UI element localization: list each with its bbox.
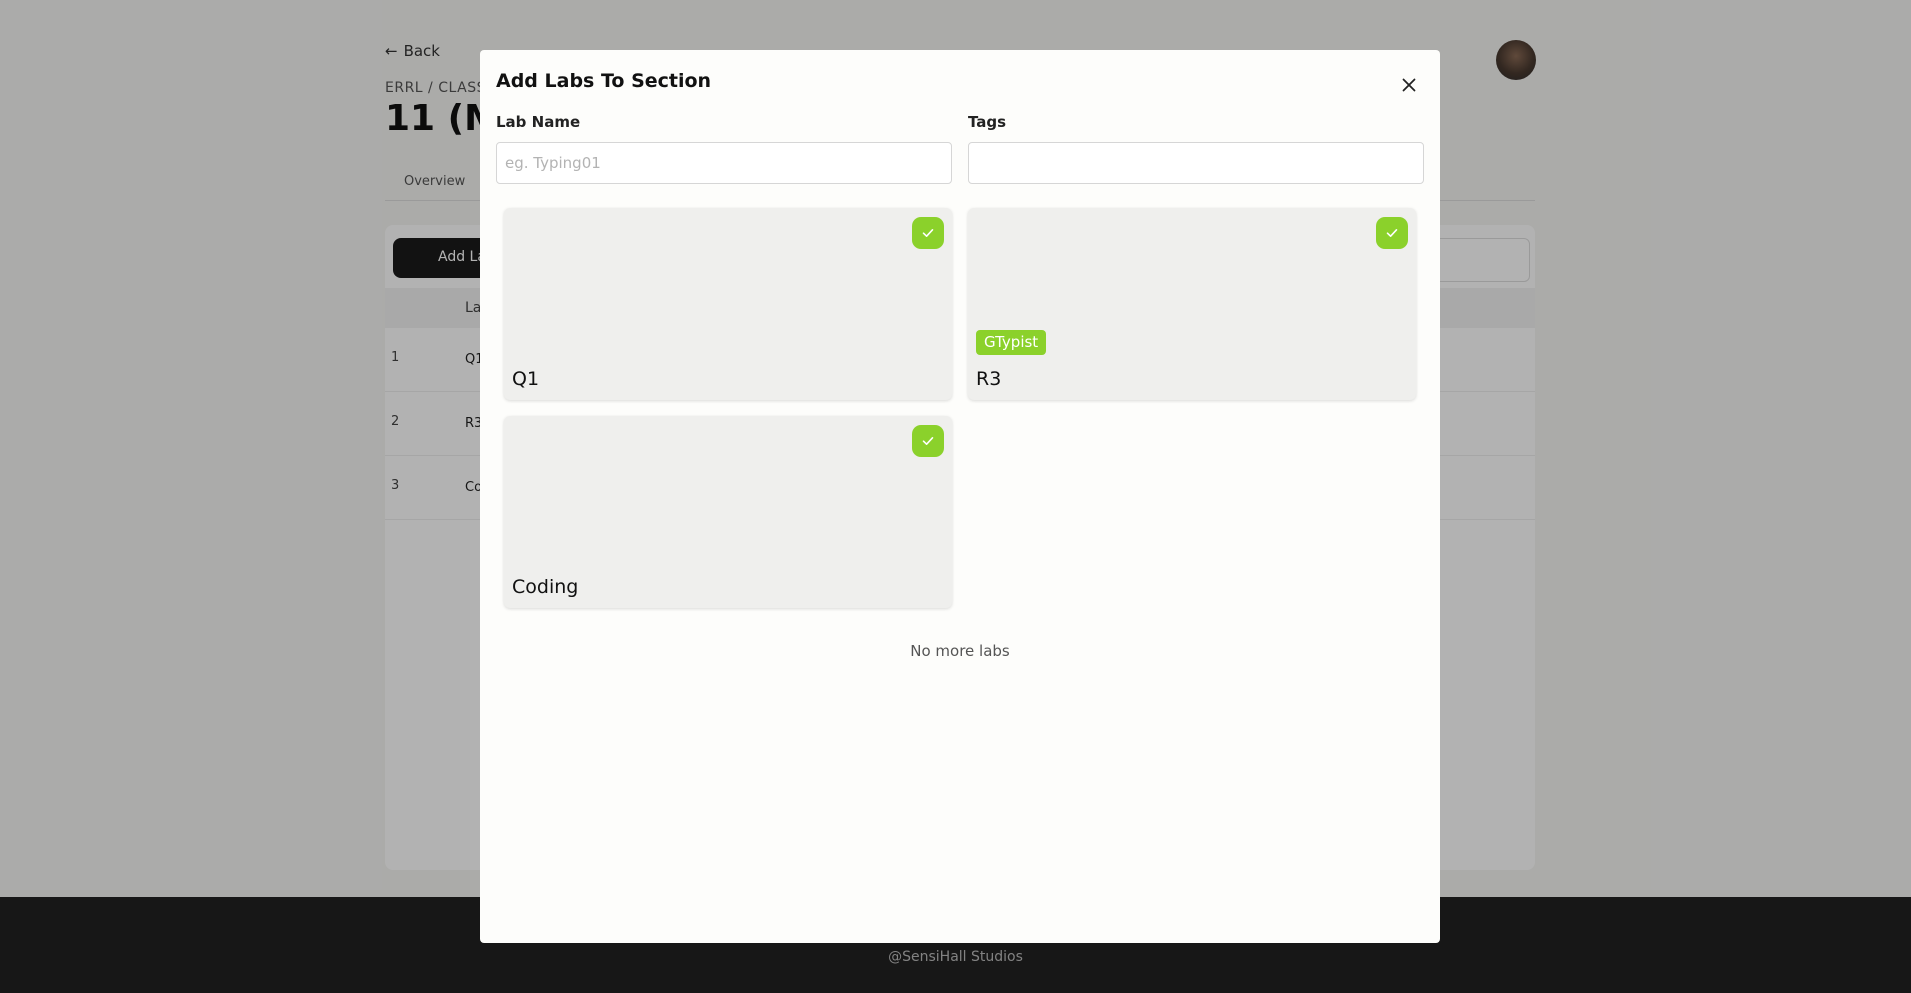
add-labs-modal: Add Labs To Section Lab Name Tags Q1 GTy… (480, 50, 1440, 943)
lab-card-coding[interactable]: Coding (504, 416, 952, 608)
selected-checkbox[interactable] (912, 425, 944, 457)
lab-card-name: Q1 (512, 368, 540, 390)
close-button[interactable] (1394, 70, 1424, 100)
empty-message: No more labs (910, 642, 1010, 660)
check-icon (922, 437, 934, 445)
tag-badge: GTypist (976, 330, 1047, 355)
selected-checkbox[interactable] (912, 217, 944, 249)
tags-input[interactable] (968, 142, 1424, 184)
lab-name-input[interactable] (496, 142, 952, 184)
selected-checkbox[interactable] (1376, 217, 1408, 249)
close-icon (1402, 78, 1416, 92)
check-icon (1386, 229, 1398, 237)
lab-card-r3[interactable]: GTypist R3 (968, 208, 1416, 400)
lab-name-label: Lab Name (496, 113, 581, 131)
lab-card-q1[interactable]: Q1 (504, 208, 952, 400)
lab-card-name: R3 (976, 368, 1002, 390)
tags-label: Tags (968, 113, 1007, 131)
check-icon (922, 229, 934, 237)
modal-title: Add Labs To Section (496, 70, 712, 92)
lab-card-name: Coding (512, 576, 579, 598)
